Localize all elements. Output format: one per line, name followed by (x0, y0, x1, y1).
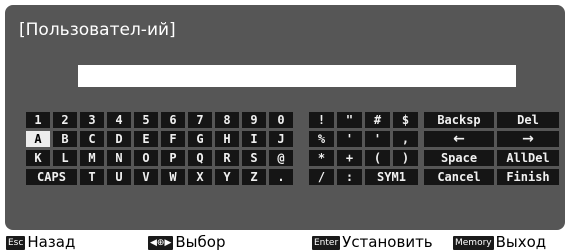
key-s[interactable]: S (242, 150, 266, 166)
key-backspace[interactable]: Backsp (424, 112, 494, 128)
key-delete[interactable]: Del (497, 112, 559, 128)
arrow-left-icon: ← (453, 131, 465, 147)
key-f[interactable]: F (161, 131, 185, 147)
hint-label: Назад (27, 233, 76, 251)
key-u[interactable]: U (107, 169, 131, 185)
keyboard-dialog: [Пользовател-ий] 1234567890 ABCDEFGHIJ KLM… (5, 5, 565, 230)
button-hint-bar: Esc Назад ◀⊕▶ Выбор Enter Установить Memory Вых… (0, 233, 571, 252)
memory-badge-icon: Memory (453, 235, 494, 250)
key-g[interactable]: G (188, 131, 212, 147)
key-q[interactable]: Q (188, 150, 212, 166)
hint-memory: Memory Выход (453, 233, 546, 252)
key-7[interactable]: 7 (188, 112, 212, 128)
key-v[interactable]: V (134, 169, 158, 185)
key-period[interactable]: . (269, 169, 293, 185)
key-percent[interactable]: % (309, 131, 334, 147)
arrow-right-icon: → (522, 131, 534, 147)
dialog-title: [Пользовател-ий] (19, 20, 176, 40)
key-all-delete[interactable]: AllDel (497, 150, 559, 166)
key-cursor-right[interactable]: → (497, 131, 559, 147)
key-5[interactable]: 5 (134, 112, 158, 128)
key-6[interactable]: 6 (161, 112, 185, 128)
key-e[interactable]: E (134, 131, 158, 147)
key-cancel[interactable]: Cancel (424, 169, 494, 185)
esc-badge-icon: Esc (6, 235, 26, 250)
key-h[interactable]: H (215, 131, 239, 147)
key-sym1[interactable]: SYM1 (365, 169, 418, 185)
key-m[interactable]: M (80, 150, 104, 166)
key-9[interactable]: 9 (242, 112, 266, 128)
key-t[interactable]: T (80, 169, 104, 185)
hint-label: Установить (342, 233, 433, 251)
key-1[interactable]: 1 (26, 112, 50, 128)
key-0[interactable]: 0 (269, 112, 293, 128)
key-o[interactable]: O (134, 150, 158, 166)
enter-badge-icon: Enter (312, 235, 341, 250)
key-hash[interactable]: # (365, 112, 390, 128)
hint-esc: Esc Назад (6, 233, 75, 252)
key-asterisk[interactable]: * (309, 150, 334, 166)
key-colon[interactable]: : (337, 169, 362, 185)
key-caps[interactable]: CAPS (26, 169, 77, 185)
key-i[interactable]: I (242, 131, 266, 147)
hint-select-arrows: ◀⊕▶ Выбор (148, 233, 225, 252)
key-r[interactable]: R (215, 150, 239, 166)
key-c[interactable]: C (80, 131, 104, 147)
hint-label: Выбор (175, 233, 226, 251)
key-n[interactable]: N (107, 150, 131, 166)
alphanumeric-keys: 1 2 3 4 5 6 7 8 9 0 A B C D E F G H I J K L M N O P Q R S @ CAPS T U V W X Y… (26, 112, 293, 185)
key-l[interactable]: L (53, 150, 77, 166)
key-3[interactable]: 3 (80, 112, 104, 128)
key-dollar[interactable]: $ (393, 112, 418, 128)
symbol-keys: ! " # $% ' ', * +() /: SYM1 (309, 112, 418, 185)
key-d[interactable]: D (107, 131, 131, 147)
key-cursor-left[interactable]: ← (424, 131, 494, 147)
key-j[interactable]: J (269, 131, 293, 147)
key-exclaim[interactable]: ! (309, 112, 334, 128)
key-at[interactable]: @ (269, 150, 293, 166)
key-8[interactable]: 8 (215, 112, 239, 128)
key-w[interactable]: W (161, 169, 185, 185)
key-slash[interactable]: / (309, 169, 334, 185)
key-paren-open[interactable]: ( (365, 150, 390, 166)
hint-enter: Enter Установить (312, 233, 433, 252)
key-apostrophe[interactable]: ' (337, 131, 362, 147)
select-arrows-badge-icon: ◀⊕▶ (148, 235, 174, 250)
key-y[interactable]: Y (215, 169, 239, 185)
hint-label: Выход (495, 233, 547, 251)
key-quote[interactable]: " (337, 112, 362, 128)
key-4[interactable]: 4 (107, 112, 131, 128)
key-b[interactable]: B (53, 131, 77, 147)
key-z[interactable]: Z (242, 169, 266, 185)
key-plus[interactable]: + (337, 150, 362, 166)
key-k[interactable]: K (26, 150, 50, 166)
key-finish[interactable]: Finish (497, 169, 559, 185)
key-space[interactable]: Space (424, 150, 494, 166)
key-apostrophe[interactable]: ' (365, 131, 390, 147)
text-input-field[interactable] (78, 65, 516, 87)
key-paren-close[interactable]: ) (393, 150, 418, 166)
key-a[interactable]: A (26, 131, 50, 147)
function-keys: Backsp Del ← → Space AllDel Cancel Finis… (424, 112, 559, 185)
key-comma[interactable]: , (393, 131, 418, 147)
key-p[interactable]: P (161, 150, 185, 166)
key-2[interactable]: 2 (53, 112, 77, 128)
key-x[interactable]: X (188, 169, 212, 185)
